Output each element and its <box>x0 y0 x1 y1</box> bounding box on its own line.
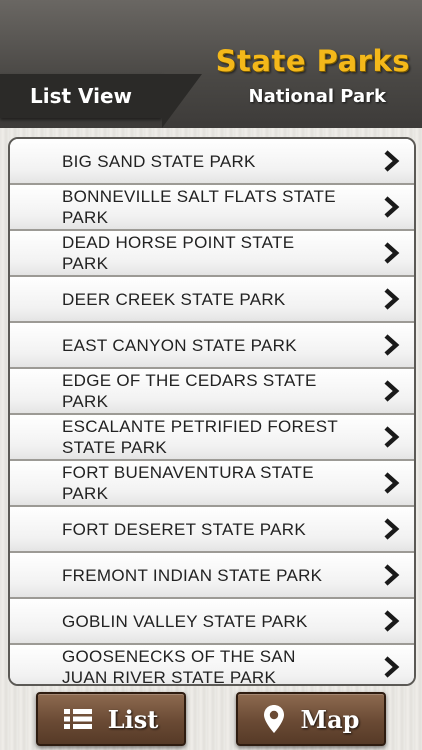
list-item[interactable]: ESCALANTE PETRIFIED FOREST STATE PARK <box>10 415 414 461</box>
chevron-right-icon <box>384 150 400 172</box>
list-button[interactable]: List <box>36 692 186 746</box>
park-name: FORT DESERET STATE PARK <box>62 519 307 539</box>
list-item[interactable]: DEAD HORSE POINT STATE PARK <box>10 231 414 277</box>
title-block: State Parks National Park <box>216 44 410 107</box>
park-name: EAST CANYON STATE PARK <box>62 335 297 355</box>
map-pin-icon <box>263 705 284 733</box>
parks-list[interactable]: BIG SAND STATE PARK BONNEVILLE SALT FLAT… <box>8 137 416 686</box>
park-name: FREMONT INDIAN STATE PARK <box>62 565 323 585</box>
list-item[interactable]: FREMONT INDIAN STATE PARK <box>10 553 414 599</box>
map-button-label: Map <box>300 704 360 734</box>
park-name: ESCALANTE PETRIFIED FOREST STATE PARK <box>62 417 338 457</box>
park-name: DEER CREEK STATE PARK <box>62 289 286 309</box>
park-name: GOOSENECKS OF THE SAN JUAN RIVER STATE P… <box>62 647 296 686</box>
park-name: BONNEVILLE SALT FLATS STATE PARK <box>62 187 336 227</box>
map-button[interactable]: Map <box>236 692 386 746</box>
list-item[interactable]: EDGE OF THE CEDARS STATE PARK <box>10 369 414 415</box>
app-title: State Parks <box>215 44 410 78</box>
chevron-right-icon <box>384 426 400 448</box>
chevron-right-icon <box>384 564 400 586</box>
park-name: FORT BUENAVENTURA STATE PARK <box>62 463 314 503</box>
park-name: EDGE OF THE CEDARS STATE PARK <box>62 371 317 411</box>
list-item[interactable]: GOBLIN VALLEY STATE PARK <box>10 599 414 645</box>
chevron-right-icon <box>384 380 400 402</box>
list-icon <box>63 709 92 729</box>
app-subtitle: National Park <box>248 86 386 107</box>
chevron-right-icon <box>384 288 400 310</box>
list-item[interactable]: BONNEVILLE SALT FLATS STATE PARK <box>10 185 414 231</box>
chevron-right-icon <box>384 610 400 632</box>
bottom-bar: List Map <box>0 682 422 750</box>
view-label-notch <box>162 74 202 128</box>
list-button-label: List <box>107 704 159 734</box>
list-item[interactable]: DEER CREEK STATE PARK <box>10 277 414 323</box>
chevron-right-icon <box>384 242 400 264</box>
chevron-right-icon <box>384 196 400 218</box>
park-name: BIG SAND STATE PARK <box>62 151 256 171</box>
list-item[interactable]: FORT BUENAVENTURA STATE PARK <box>10 461 414 507</box>
chevron-right-icon <box>384 334 400 356</box>
view-label: List View <box>0 74 162 118</box>
chevron-right-icon <box>384 472 400 494</box>
park-name: DEAD HORSE POINT STATE PARK <box>62 233 295 273</box>
list-item[interactable]: GOOSENECKS OF THE SAN JUAN RIVER STATE P… <box>10 645 414 686</box>
chevron-right-icon <box>384 518 400 540</box>
list-item[interactable]: BIG SAND STATE PARK <box>10 139 414 185</box>
park-name: GOBLIN VALLEY STATE PARK <box>62 611 308 631</box>
chevron-right-icon <box>384 656 400 678</box>
list-item[interactable]: FORT DESERET STATE PARK <box>10 507 414 553</box>
list-item[interactable]: EAST CANYON STATE PARK <box>10 323 414 369</box>
header-bar: State Parks National Park List View <box>0 0 422 128</box>
